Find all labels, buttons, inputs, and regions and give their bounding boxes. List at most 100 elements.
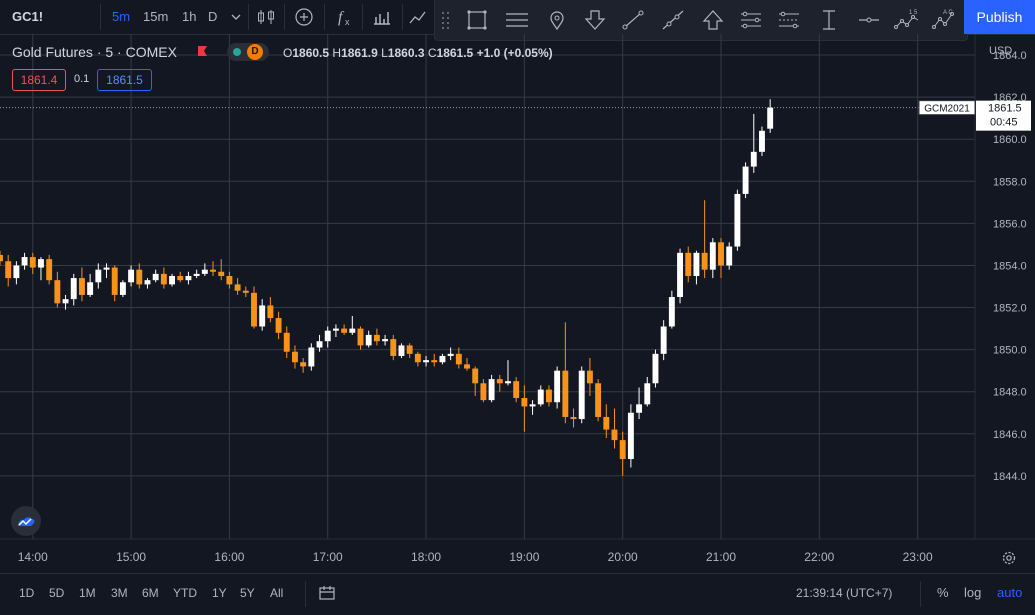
publish-button[interactable]: Publish xyxy=(964,0,1035,34)
auto-scale-toggle[interactable]: auto xyxy=(997,585,1022,600)
ray-icon[interactable] xyxy=(659,7,687,33)
svg-text:A C: A C xyxy=(943,10,953,16)
candle xyxy=(685,246,692,283)
arrow-up-icon[interactable] xyxy=(699,7,727,33)
candle xyxy=(750,113,757,173)
candle xyxy=(562,322,569,424)
symbol-search[interactable]: GC1! xyxy=(12,9,43,24)
price-range-icon[interactable] xyxy=(815,7,843,33)
series-title[interactable]: Gold Futures · 5 · COMEX xyxy=(12,44,177,60)
candle-body xyxy=(136,269,143,285)
toolbar-divider xyxy=(100,4,101,30)
rectangle-icon[interactable] xyxy=(463,7,491,33)
candle xyxy=(693,250,700,285)
interval-15m[interactable]: 15m xyxy=(143,9,168,24)
candles-icon[interactable] xyxy=(252,4,280,30)
toolbar-divider xyxy=(324,4,325,30)
candle-body xyxy=(480,383,487,401)
candle xyxy=(464,358,470,371)
interval-1h[interactable]: 1h xyxy=(182,9,196,24)
log-toggle[interactable]: log xyxy=(964,585,981,600)
candle xyxy=(324,326,331,348)
open-value: 1860.5 xyxy=(292,46,330,60)
candle-body xyxy=(177,275,184,281)
indicators-icon[interactable]: fx xyxy=(330,4,358,30)
candle xyxy=(431,353,438,367)
candle xyxy=(54,271,61,308)
candle-body xyxy=(341,328,348,333)
candle-body xyxy=(423,360,429,363)
range-5y[interactable]: 5Y xyxy=(240,586,255,600)
range-1m[interactable]: 1M xyxy=(79,586,96,600)
range-ytd[interactable]: YTD xyxy=(173,586,197,600)
candle xyxy=(505,360,511,386)
range-3m[interactable]: 3M xyxy=(111,586,128,600)
candle xyxy=(5,254,12,287)
candle-body xyxy=(390,339,397,356)
candle-body xyxy=(21,257,28,266)
candle xyxy=(546,385,552,407)
price-tick-label: 1854.0 xyxy=(993,260,1027,272)
candle xyxy=(128,265,135,287)
candle-body xyxy=(447,353,454,356)
trend-line-icon[interactable] xyxy=(619,7,647,33)
candle xyxy=(439,353,446,365)
financials-icon[interactable] xyxy=(368,4,396,30)
candle-body xyxy=(570,416,577,420)
pin-icon[interactable] xyxy=(543,7,571,33)
candle xyxy=(603,404,610,438)
compare-icon[interactable] xyxy=(404,4,432,30)
candle-body xyxy=(734,193,741,247)
candle-body xyxy=(111,267,118,295)
percent-toggle[interactable]: % xyxy=(937,585,949,600)
tradingview-logo-icon[interactable] xyxy=(11,506,41,536)
range-5d[interactable]: 5D xyxy=(49,586,64,600)
chevron-down-icon[interactable] xyxy=(222,4,250,30)
candle-body xyxy=(455,353,462,365)
candle xyxy=(521,385,528,432)
candle-body xyxy=(185,275,192,281)
interval-5m[interactable]: 5m xyxy=(112,9,130,24)
parallel-channel-icon[interactable] xyxy=(737,7,765,33)
flag-icon[interactable] xyxy=(197,46,208,57)
last-price-value: 1861.5 xyxy=(988,103,1022,115)
range-1y[interactable]: 1Y xyxy=(212,586,227,600)
candle xyxy=(185,271,192,285)
ohlc-values: O1860.5 H1861.9 L1860.3 C1861.5 +1.0 (+0… xyxy=(283,46,553,60)
buy-price-button[interactable]: 1861.5 xyxy=(97,69,152,91)
add-compare-icon[interactable] xyxy=(290,4,318,30)
candle xyxy=(513,376,520,403)
range-1d[interactable]: 1D xyxy=(19,586,34,600)
xabcd-pattern-icon[interactable]: 1 5 xyxy=(893,7,921,33)
horizontal-lines-icon[interactable] xyxy=(503,7,531,33)
date-range-icon[interactable] xyxy=(318,584,336,602)
candle-body xyxy=(439,355,446,363)
drag-handle-icon[interactable] xyxy=(441,10,451,30)
range-6m[interactable]: 6M xyxy=(142,586,159,600)
arrow-down-icon[interactable] xyxy=(581,7,609,33)
sell-price-button[interactable]: 1861.4 xyxy=(12,69,66,91)
clock-timezone[interactable]: 21:39:14 (UTC+7) xyxy=(796,586,892,600)
gear-icon[interactable] xyxy=(1000,549,1018,567)
candle-body xyxy=(128,269,135,283)
candle-body xyxy=(193,273,200,276)
candle-body xyxy=(300,362,307,367)
candle-body xyxy=(357,328,364,346)
candle xyxy=(636,387,643,420)
candle xyxy=(78,267,85,302)
range-all[interactable]: All xyxy=(270,586,283,600)
candle xyxy=(406,343,413,359)
abcd-pattern-icon[interactable]: A C xyxy=(931,7,959,33)
market-status[interactable]: D xyxy=(227,43,269,61)
candle-body xyxy=(718,242,724,266)
candle-body xyxy=(726,246,733,266)
candle xyxy=(152,269,159,283)
horizontal-ray-icon[interactable] xyxy=(855,7,883,33)
interval-d[interactable]: D xyxy=(208,9,217,24)
candle xyxy=(275,311,282,340)
candle xyxy=(554,366,561,409)
regression-icon[interactable] xyxy=(775,7,803,33)
price-chart[interactable]: 1844.0 1846.0 1848.0 1850.0 1852.0 1854.0 1856… xyxy=(0,34,1035,573)
candle-body xyxy=(742,166,749,194)
contract-label: GCM2021 xyxy=(924,104,970,115)
